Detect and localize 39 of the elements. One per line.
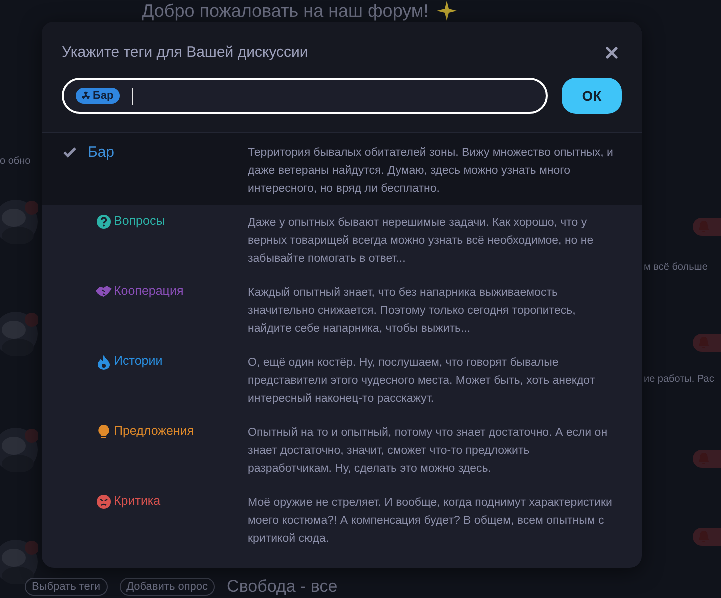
tag-option[interactable]: Вопросы Даже у опытных бывают нерешимые задачи. Как хорошо, что у верных товарищей всегда можно узнать всё необходимое, но не забывайте помогать в ответ... (42, 205, 642, 275)
handshake-icon (94, 285, 114, 298)
tag-description: Каждый опытный знает, что без напарника выживаемость значительно снижается. Поэтому только сегодня торопитесь, найдите себе напарника, чтобы выжить... (248, 286, 577, 337)
tag-chip[interactable]: Бар (76, 88, 120, 104)
post-excerpt: о обно (0, 156, 31, 167)
tag-description: О, ещё один костёр. Ну, послушаем, что говорят бывалые представители этого чудесного места. Может быть, хоть анекдот интересный наконец-то расскажут. (248, 356, 596, 407)
tag-description: Моё оружие не стреляет. И вообще, когда поднимут характеристики моего костюма?! А компенсация будет? В общем, всем опытным с критикой сюда. (248, 496, 614, 547)
notification-badge (693, 450, 721, 468)
tag-name: Истории (114, 354, 163, 368)
post-excerpt: м всё больше (644, 262, 708, 273)
toolbar-button[interactable]: Добавить опрос (120, 578, 216, 596)
notification-badge (693, 334, 721, 352)
angry-face-icon (94, 495, 114, 509)
tag-description: Опытный на то и опытный, потому что знает достаточно. А если он знает достаточно, значит, сможет что-то предложить разработчикам. Ну, сделать это можно здесь. (248, 426, 609, 477)
tag-option[interactable]: Предложения Опытный на то и опытный, потому что знает достаточно. А если он знает достаточно, значит, сможет что-то предложить разработчикам. Ну, сделать это можно здесь. (42, 415, 642, 485)
topic-title: Свобода - все (227, 577, 338, 597)
toolbar-button[interactable]: Выбрать теги (25, 578, 108, 596)
tag-option[interactable]: Кооперация Каждый опытный знает, что без напарника выживаемость значительно снижается. Поэтому только сегодня торопитесь, найдите себе напарника, чтобы выжить... (42, 275, 642, 345)
question-icon (94, 215, 114, 229)
sparkle-icon (436, 1, 457, 21)
tag-description: Территория бывалых обитателей зоны. Вижу множество опытных, и даже ветераны найдутся. Думаю, здесь можно узнать много интересного, но вряд ли бесплатно. (248, 146, 614, 197)
tag-option[interactable]: Критика Моё оружие не стреляет. И вообще, когда поднимут характеристики моего костюма?! А компенсация будет? В общем, всем опытным с критикой сюда. (42, 485, 642, 555)
tag-option[interactable]: Бар Территория бывалых обитателей зоны. Вижу множество опытных, и даже ветераны найдутся. Думаю, здесь можно узнать много интересного, но вряд ли бесплатно. (42, 133, 642, 205)
tag-name: Вопросы (114, 214, 166, 228)
notification-badge (693, 218, 721, 236)
tag-name: Бар (88, 144, 115, 161)
close-button[interactable] (604, 44, 620, 60)
tag-description: Даже у опытных бывают нерешимые задачи. Как хорошо, что у верных товарищей всегда можно узнать всё необходимое, но не забывайте помогать в ответ... (248, 216, 595, 267)
ok-button[interactable]: ОК (562, 78, 622, 114)
post-excerpt: ие работы. Рас (644, 374, 714, 385)
tag-name: Предложения (114, 424, 194, 438)
tag-name: Критика (114, 494, 161, 508)
page-heading: Добро пожаловать на наш форум! (142, 0, 429, 22)
tag-option[interactable]: Истории О, ещё один костёр. Ну, послушаем, что говорят бывалые представители этого чудесного места. Может быть, хоть анекдот интересный наконец-то расскажут. (42, 345, 642, 415)
dialog-title: Укажите теги для Вашей дискуссии (62, 44, 308, 61)
tag-name: Кооперация (114, 284, 184, 298)
notification-badge (693, 528, 721, 546)
radiation-icon (81, 91, 91, 101)
tag-input-field[interactable]: Бар (62, 78, 548, 114)
